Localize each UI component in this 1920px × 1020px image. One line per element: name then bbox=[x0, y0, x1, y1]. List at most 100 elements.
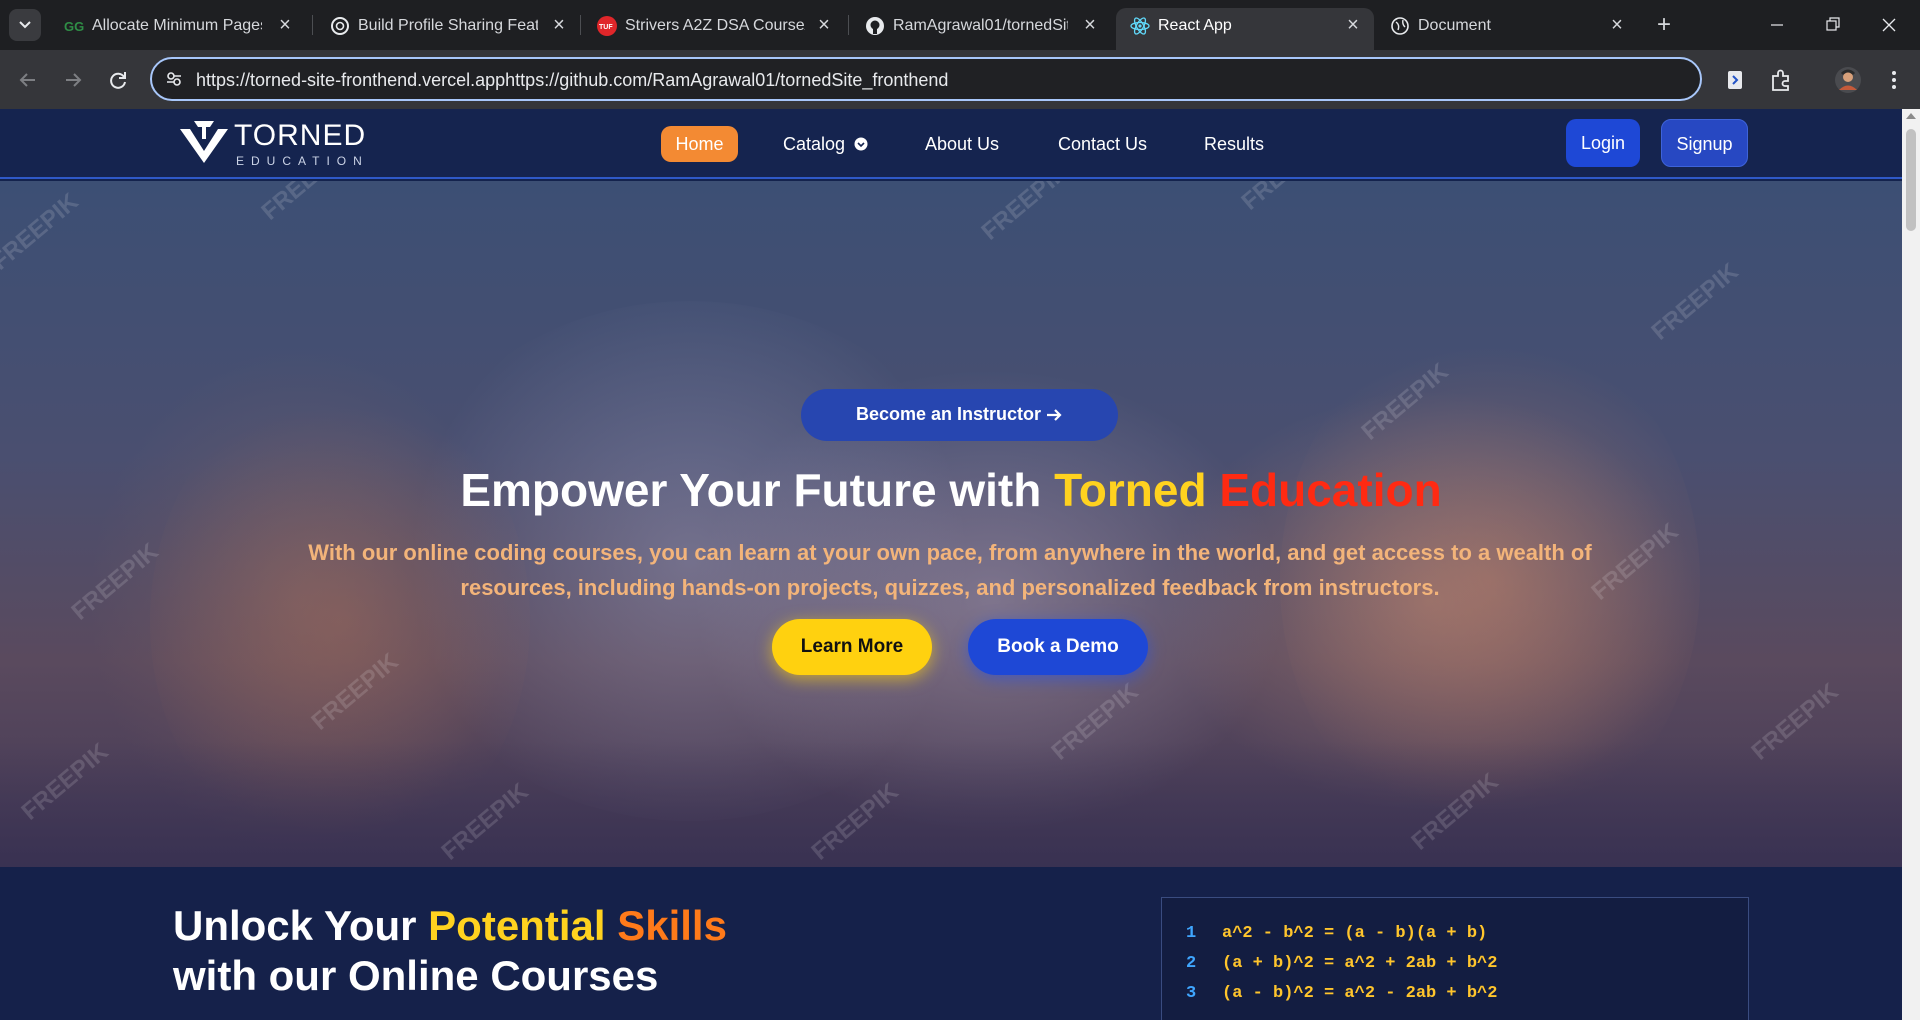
nav-about-us[interactable]: About Us bbox=[925, 126, 999, 162]
nav-catalog[interactable]: Catalog bbox=[783, 126, 868, 162]
globe-icon bbox=[1391, 17, 1409, 35]
courses-section: Unlock Your Potential Skills with our On… bbox=[0, 867, 1902, 1020]
nav-catalog-label: Catalog bbox=[783, 134, 846, 154]
nav-home[interactable]: Home bbox=[661, 126, 738, 162]
chevron-down-icon bbox=[19, 21, 31, 29]
close-icon[interactable]: × bbox=[813, 14, 835, 36]
close-window-button[interactable] bbox=[1869, 10, 1909, 40]
learn-more-button[interactable]: Learn More bbox=[772, 619, 932, 675]
scrollbar-thumb[interactable] bbox=[1906, 129, 1916, 231]
watermark-text: FREEPIK bbox=[1237, 181, 1335, 216]
profile-avatar-icon[interactable] bbox=[1832, 64, 1864, 96]
watermark-text: FREEPIK bbox=[257, 181, 355, 226]
courses-heading-skills: Skills bbox=[617, 902, 727, 949]
watermark-text: FREEPIK bbox=[977, 181, 1075, 246]
nav-results[interactable]: Results bbox=[1204, 126, 1264, 162]
line-number: 2 bbox=[1186, 954, 1197, 973]
watermark-text: FREEPIK bbox=[1647, 258, 1745, 346]
address-bar[interactable]: https://torned-site-fronthend.vercel.app… bbox=[150, 57, 1702, 101]
minimize-button[interactable] bbox=[1757, 10, 1797, 40]
close-icon bbox=[1882, 18, 1896, 32]
courses-heading-line2: with our Online Courses bbox=[173, 952, 659, 999]
watermark-text: FREEPIK bbox=[1047, 678, 1145, 766]
hero-title-highlight-education: Education bbox=[1219, 464, 1442, 516]
tab-separator bbox=[580, 15, 581, 35]
tab-label: RamAgrawal01/tornedSite_ bbox=[893, 17, 1068, 34]
tab-document[interactable]: Document × bbox=[1376, 8, 1638, 50]
chevron-down-icon bbox=[854, 137, 868, 151]
torned-logo-icon bbox=[180, 121, 228, 163]
line-number: 1 bbox=[1186, 924, 1197, 943]
restore-button[interactable] bbox=[1813, 10, 1853, 40]
hero-description: With our online coding courses, you can … bbox=[308, 540, 1592, 600]
close-icon[interactable]: × bbox=[548, 14, 570, 36]
react-icon bbox=[1130, 17, 1150, 35]
tab-label: Allocate Minimum Pages | bbox=[92, 17, 262, 34]
code-text: (a - b)^2 = a^2 - 2ab + b^2 bbox=[1222, 984, 1498, 1003]
become-instructor-button[interactable]: Become an Instructor bbox=[801, 389, 1118, 441]
page-viewport: TORNED EDUCATION Home Catalog About Us C… bbox=[0, 109, 1920, 1020]
close-icon[interactable]: × bbox=[274, 14, 296, 36]
svg-text:GG: GG bbox=[64, 19, 84, 34]
code-line: 3 (a - b)^2 = a^2 - 2ab + b^2 bbox=[1186, 984, 1497, 1003]
page-scrollbar[interactable] bbox=[1902, 109, 1920, 1020]
code-text: (a + b)^2 = a^2 + 2ab + b^2 bbox=[1222, 954, 1498, 973]
watermark-text: FREEPIK bbox=[67, 538, 165, 626]
watermark-text: FREEPIK bbox=[1357, 358, 1455, 446]
watermark-text: FREEPIK bbox=[1407, 768, 1505, 856]
scroll-up-arrow-icon[interactable] bbox=[1906, 113, 1916, 119]
signup-button[interactable]: Signup bbox=[1661, 119, 1748, 167]
kebab-menu-icon[interactable] bbox=[1878, 64, 1910, 96]
tab-label: Build Profile Sharing Featu bbox=[358, 17, 538, 34]
tab-allocate-minimum-pages[interactable]: GG Allocate Minimum Pages | × bbox=[50, 8, 302, 50]
extension-pinned-icon[interactable] bbox=[1719, 64, 1751, 96]
watermark-text: FREEPIK bbox=[307, 648, 405, 736]
site-info-icon[interactable] bbox=[165, 70, 183, 88]
tuf-badge-text: TUF bbox=[599, 24, 613, 31]
book-demo-button[interactable]: Book a Demo bbox=[968, 619, 1148, 675]
hero-title-highlight-torned: Torned bbox=[1054, 464, 1220, 516]
code-line: 1 a^2 - b^2 = (a - b)(a + b) bbox=[1186, 924, 1487, 943]
back-arrow-icon[interactable] bbox=[13, 65, 43, 95]
browser-tab-strip: GG Allocate Minimum Pages | × Build Prof… bbox=[0, 0, 1920, 50]
tab-github-repo[interactable]: RamAgrawal01/tornedSite_ × bbox=[851, 8, 1113, 50]
openai-icon bbox=[331, 17, 349, 35]
nav-contact-us[interactable]: Contact Us bbox=[1058, 126, 1147, 162]
restore-icon bbox=[1826, 17, 1840, 31]
watermark-text: FREEPIK bbox=[1747, 678, 1845, 766]
code-line: 2 (a + b)^2 = a^2 + 2ab + b^2 bbox=[1186, 954, 1497, 973]
reload-icon[interactable] bbox=[103, 65, 133, 95]
new-tab-button[interactable]: + bbox=[1650, 11, 1678, 39]
tab-separator bbox=[848, 15, 849, 35]
torned-logo[interactable]: TORNED EDUCATION bbox=[176, 115, 366, 171]
close-icon[interactable]: × bbox=[1342, 14, 1364, 36]
courses-heading-potential: Potential bbox=[428, 902, 618, 949]
tab-react-app[interactable]: React App × bbox=[1116, 8, 1374, 50]
close-icon[interactable]: × bbox=[1079, 14, 1101, 36]
site-navbar: TORNED EDUCATION Home Catalog About Us C… bbox=[0, 109, 1902, 179]
tab-label: Strivers A2Z DSA Course/S bbox=[625, 17, 805, 34]
github-icon bbox=[866, 17, 884, 35]
tab-build-profile-sharing[interactable]: Build Profile Sharing Featu × bbox=[316, 8, 578, 50]
freepik-watermark: FREEPIK FREEPIK FREEPIK FREEPIK FREEPIK … bbox=[0, 181, 1845, 866]
hero-title-prefix: Empower Your Future with bbox=[460, 464, 1055, 516]
watermark-text: FREEPIK bbox=[437, 778, 535, 866]
browser-toolbar: https://torned-site-fronthend.vercel.app… bbox=[0, 50, 1920, 109]
url-text[interactable]: https://torned-site-fronthend.vercel.app… bbox=[196, 70, 948, 91]
forward-arrow-icon[interactable] bbox=[58, 65, 88, 95]
become-instructor-label: Become an Instructor bbox=[856, 404, 1042, 424]
courses-heading: Unlock Your Potential Skills with our On… bbox=[173, 901, 727, 1001]
login-button[interactable]: Login bbox=[1566, 119, 1640, 167]
line-number: 3 bbox=[1186, 984, 1197, 1003]
logo-wordmark: TORNED bbox=[234, 119, 367, 152]
gfg-icon: GG bbox=[64, 19, 84, 34]
extensions-puzzle-icon[interactable] bbox=[1765, 64, 1797, 96]
tab-search-button[interactable] bbox=[9, 9, 41, 41]
tuf-icon: TUF bbox=[597, 16, 617, 36]
watermark-text: FREEPIK bbox=[17, 738, 115, 826]
watermark-text: FREEPIK bbox=[807, 778, 905, 866]
tab-strivers-a2z[interactable]: TUF Strivers A2Z DSA Course/S × bbox=[583, 8, 845, 50]
arrow-right-icon bbox=[1047, 409, 1062, 421]
close-icon[interactable]: × bbox=[1606, 14, 1628, 36]
tab-label: Document bbox=[1418, 17, 1491, 34]
